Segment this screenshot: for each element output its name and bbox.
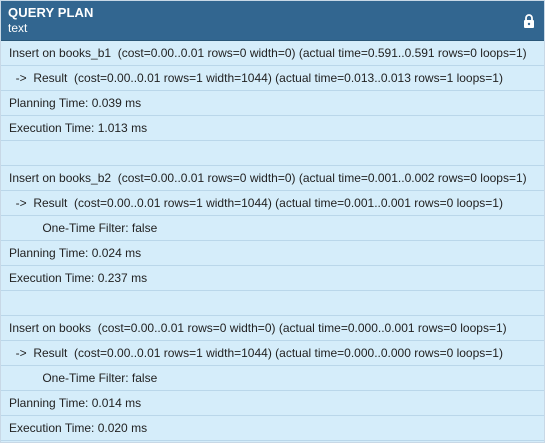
query-plan-grid: QUERY PLAN text Insert on books_b1 (cost… <box>0 0 545 443</box>
result-row[interactable]: Execution Time: 0.237 ms <box>1 266 544 291</box>
result-row[interactable]: Insert on books (cost=0.00..0.01 rows=0 … <box>1 316 544 341</box>
result-row[interactable]: One-Time Filter: false <box>1 216 544 241</box>
column-header-query-plan[interactable]: QUERY PLAN text <box>1 1 544 41</box>
result-row[interactable] <box>1 141 544 166</box>
result-row[interactable]: Planning Time: 0.024 ms <box>1 241 544 266</box>
column-type: text <box>8 21 28 35</box>
result-row[interactable]: Insert on books_b2 (cost=0.00..0.01 rows… <box>1 166 544 191</box>
column-name: QUERY PLAN <box>8 5 94 20</box>
result-row[interactable]: Execution Time: 1.013 ms <box>1 116 544 141</box>
lock-icon <box>524 14 534 28</box>
result-row[interactable]: -> Result (cost=0.00..0.01 rows=1 width=… <box>1 341 544 366</box>
result-row[interactable]: -> Result (cost=0.00..0.01 rows=1 width=… <box>1 191 544 216</box>
result-row[interactable]: Planning Time: 0.014 ms <box>1 391 544 416</box>
result-row[interactable] <box>1 291 544 316</box>
result-rows: Insert on books_b1 (cost=0.00..0.01 rows… <box>1 41 544 441</box>
result-row[interactable]: Planning Time: 0.039 ms <box>1 91 544 116</box>
result-row[interactable]: Insert on books_b1 (cost=0.00..0.01 rows… <box>1 41 544 66</box>
result-row[interactable]: -> Result (cost=0.00..0.01 rows=1 width=… <box>1 66 544 91</box>
result-row[interactable]: Execution Time: 0.020 ms <box>1 416 544 441</box>
result-row[interactable]: One-Time Filter: false <box>1 366 544 391</box>
